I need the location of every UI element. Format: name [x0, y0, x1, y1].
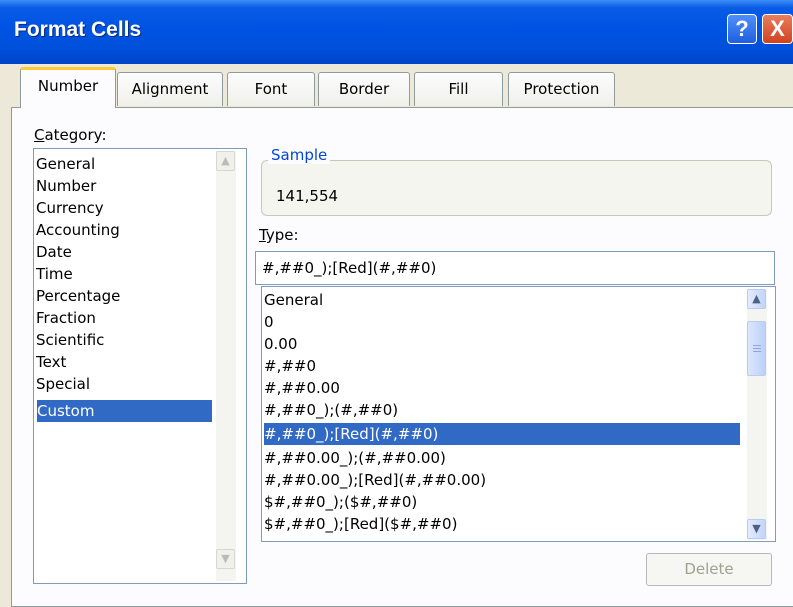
- sample-legend: Sample: [268, 146, 331, 164]
- category-scrollbar[interactable]: ▲ ▼: [216, 151, 236, 581]
- tab-alignment[interactable]: Alignment: [117, 72, 223, 106]
- tab-label: Border: [338, 80, 390, 98]
- category-item-accounting[interactable]: Accounting: [36, 219, 214, 241]
- window-title: Format Cells: [14, 18, 142, 41]
- chevron-down-icon: ▼: [752, 522, 761, 535]
- type-option[interactable]: $#,##0_);[Red]($#,##0): [264, 513, 738, 535]
- tab-border[interactable]: Border: [318, 72, 410, 106]
- chevron-up-icon: ▲: [752, 292, 761, 305]
- category-item-special[interactable]: Special: [36, 373, 214, 395]
- tab-label: Fill: [448, 80, 469, 98]
- chevron-up-icon: ▲: [221, 154, 230, 167]
- type-option[interactable]: #,##0.00_);[Red](#,##0.00): [264, 469, 738, 491]
- type-option[interactable]: General: [264, 289, 738, 311]
- type-option[interactable]: 0: [264, 311, 738, 333]
- type-option-selected[interactable]: #,##0_);[Red](#,##0): [264, 423, 740, 445]
- sample-value: 141,554: [276, 187, 339, 205]
- category-item-custom[interactable]: Custom: [37, 400, 212, 422]
- delete-button[interactable]: Delete: [646, 553, 772, 586]
- type-scrollbar[interactable]: ▲ ▼: [747, 289, 767, 540]
- close-icon: X: [770, 16, 785, 41]
- type-option[interactable]: #,##0_);(#,##0): [264, 399, 738, 421]
- tab-label: Font: [254, 80, 288, 98]
- type-input[interactable]: #,##0_);[Red](#,##0): [255, 251, 775, 285]
- scroll-up-button[interactable]: ▲: [747, 289, 766, 309]
- scroll-up-button[interactable]: ▲: [216, 151, 235, 171]
- category-label: Category:: [34, 126, 107, 144]
- type-list[interactable]: General 0 0.00 #,##0 #,##0.00 #,##0_);(#…: [261, 286, 776, 542]
- type-option[interactable]: 0.00: [264, 333, 738, 355]
- scroll-down-button[interactable]: ▼: [747, 519, 766, 539]
- type-option[interactable]: #,##0.00: [264, 377, 738, 399]
- title-bar: Format Cells ? X: [0, 0, 793, 64]
- category-item-date[interactable]: Date: [36, 241, 214, 263]
- category-item-number[interactable]: Number: [36, 175, 214, 197]
- category-item-currency[interactable]: Currency: [36, 197, 214, 219]
- tab-font[interactable]: Font: [227, 72, 315, 106]
- type-label: Type:: [259, 226, 299, 244]
- category-list[interactable]: General Number Currency Accounting Date …: [33, 148, 247, 584]
- chevron-down-icon: ▼: [221, 552, 230, 565]
- type-option[interactable]: #,##0: [264, 355, 738, 377]
- help-icon: ?: [735, 16, 749, 41]
- category-item-text[interactable]: Text: [36, 351, 214, 373]
- category-item-scientific[interactable]: Scientific: [36, 329, 214, 351]
- close-button[interactable]: X: [762, 14, 793, 44]
- category-item-fraction[interactable]: Fraction: [36, 307, 214, 329]
- type-option[interactable]: $#,##0_);($#,##0): [264, 491, 738, 513]
- scroll-down-button[interactable]: ▼: [216, 549, 235, 569]
- tab-number[interactable]: Number: [20, 67, 116, 108]
- type-option[interactable]: #,##0.00_);(#,##0.00): [264, 447, 738, 469]
- help-button[interactable]: ?: [727, 14, 757, 44]
- tab-label: Alignment: [131, 80, 209, 98]
- tab-label: Protection: [523, 80, 600, 98]
- category-item-time[interactable]: Time: [36, 263, 214, 285]
- category-item-percentage[interactable]: Percentage: [36, 285, 214, 307]
- scroll-thumb[interactable]: [747, 321, 766, 376]
- tab-label: Number: [37, 77, 99, 95]
- tab-fill[interactable]: Fill: [414, 72, 503, 106]
- tab-protection[interactable]: Protection: [508, 72, 615, 106]
- category-item-general[interactable]: General: [36, 153, 214, 175]
